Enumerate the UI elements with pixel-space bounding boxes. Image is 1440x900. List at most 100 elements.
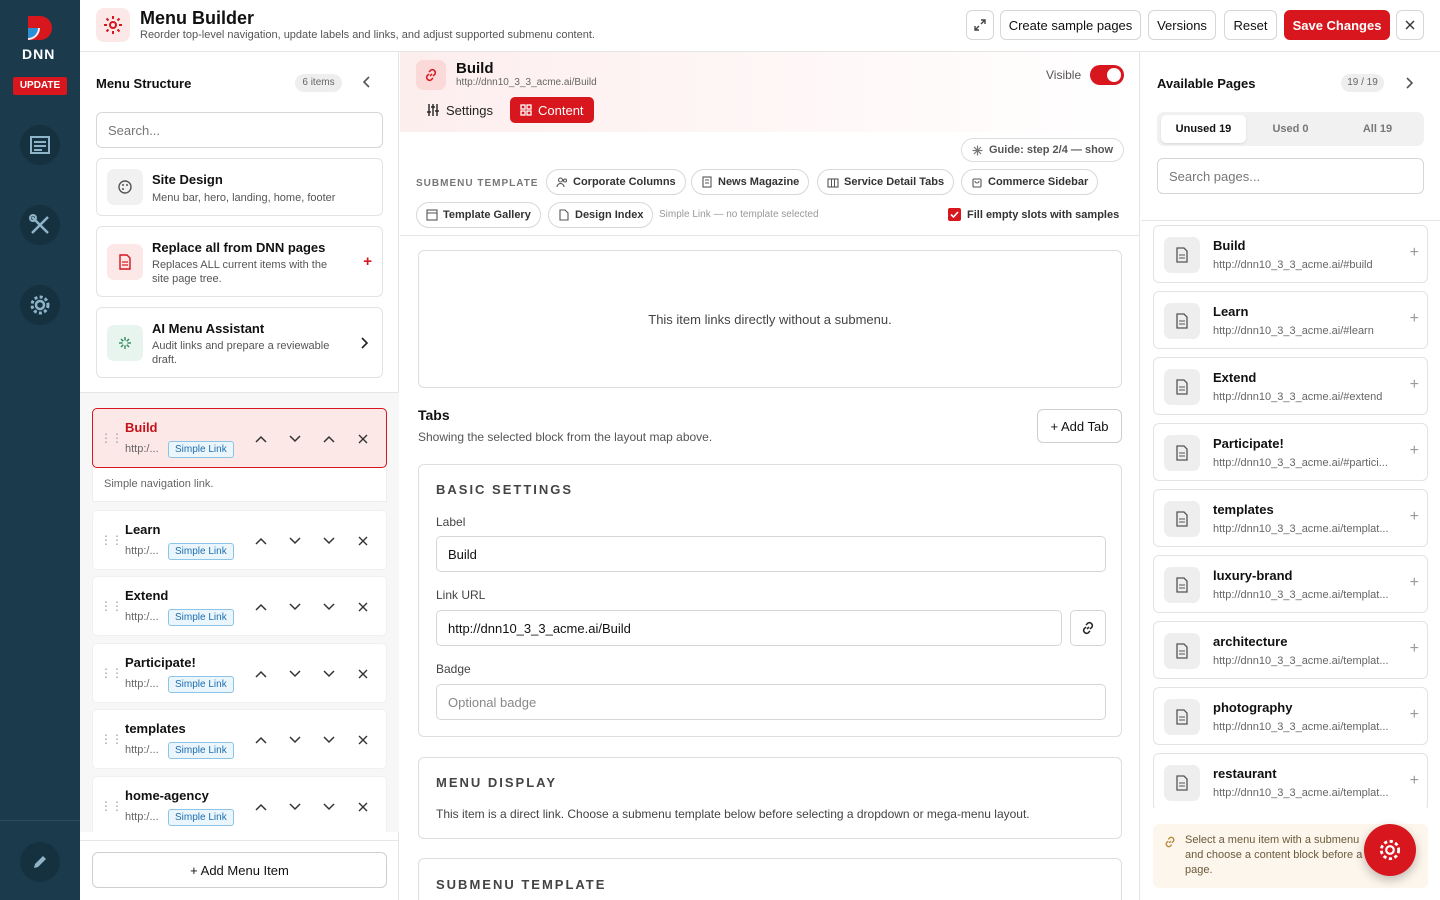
drag-handle-icon[interactable]: ⋮⋮: [100, 533, 123, 547]
page-name: Participate!: [1213, 436, 1284, 451]
add-page-icon[interactable]: +: [1410, 640, 1419, 658]
save-changes-button[interactable]: Save Changes: [1284, 10, 1390, 40]
versions-button[interactable]: Versions: [1148, 10, 1216, 40]
link-picker-button[interactable]: [1070, 610, 1106, 646]
visible-toggle[interactable]: [1090, 65, 1124, 85]
add-page-icon[interactable]: +: [1410, 310, 1419, 328]
close-button[interactable]: [1396, 10, 1424, 40]
add-page-icon[interactable]: +: [1410, 772, 1419, 790]
edit-nav-button[interactable]: [20, 842, 60, 882]
menu-item-extend[interactable]: ⋮⋮ Extend http:/... Simple Link: [92, 576, 387, 636]
tools-nav-button[interactable]: [20, 205, 60, 245]
add-page-icon[interactable]: +: [1410, 244, 1419, 262]
tab-all[interactable]: All 19: [1335, 115, 1420, 143]
page-item-learn[interactable]: Learn http://dnn10_3_3_acme.ai/#learn +: [1153, 291, 1428, 349]
remove-item-button[interactable]: [353, 429, 373, 449]
move-down-button[interactable]: [285, 664, 305, 684]
menu-item-home-agency[interactable]: ⋮⋮ home-agency http:/... Simple Link: [92, 776, 387, 832]
move-up-button[interactable]: [251, 664, 271, 684]
page-item-luxury-brand[interactable]: luxury-brand http://dnn10_3_3_acme.ai/te…: [1153, 555, 1428, 613]
add-page-icon[interactable]: +: [1410, 706, 1419, 724]
expand-button[interactable]: [966, 10, 994, 40]
badge-input[interactable]: Optional badge: [436, 684, 1106, 720]
drag-handle-icon[interactable]: ⋮⋮: [100, 599, 123, 613]
template-gallery[interactable]: Template Gallery: [416, 202, 541, 228]
move-up-button[interactable]: [251, 597, 271, 617]
menu-item-participate[interactable]: ⋮⋮ Participate! http:/... Simple Link: [92, 643, 387, 703]
menu-item-learn[interactable]: ⋮⋮ Learn http:/... Simple Link: [92, 510, 387, 570]
menu-item-build[interactable]: ⋮⋮ Build http:/... Simple Link: [92, 408, 387, 468]
expand-item-button[interactable]: [319, 797, 339, 817]
page-item-photography[interactable]: photography http://dnn10_3_3_acme.ai/tem…: [1153, 687, 1428, 745]
create-sample-pages-button[interactable]: Create sample pages: [1000, 10, 1141, 40]
move-down-button[interactable]: [285, 429, 305, 449]
remove-item-button[interactable]: [353, 797, 373, 817]
expand-item-button[interactable]: [319, 597, 339, 617]
add-menu-item-button[interactable]: + Add Menu Item: [92, 852, 387, 888]
reset-button[interactable]: Reset: [1224, 10, 1277, 40]
page-name: photography: [1213, 700, 1293, 715]
replace-from-dnn-card[interactable]: Replace all from DNN pages Replaces ALL …: [96, 226, 383, 297]
move-up-button[interactable]: [251, 429, 271, 449]
collapse-item-button[interactable]: [319, 429, 339, 449]
menu-item-templates[interactable]: ⋮⋮ templates http:/... Simple Link: [92, 709, 387, 769]
template-service-detail-tabs[interactable]: Service Detail Tabs: [817, 169, 955, 195]
rail-divider: [0, 820, 80, 821]
guide-button[interactable]: Guide: step 2/4 — show: [961, 138, 1125, 162]
move-down-button[interactable]: [285, 597, 305, 617]
settings-nav-button[interactable]: [20, 285, 60, 325]
site-design-card[interactable]: Site Design Menu bar, hero, landing, hom…: [96, 158, 383, 216]
remove-item-button[interactable]: [353, 531, 373, 551]
template-commerce-sidebar[interactable]: Commerce Sidebar: [961, 169, 1099, 195]
remove-item-button[interactable]: [353, 730, 373, 750]
page-item-restaurant[interactable]: restaurant http://dnn10_3_3_acme.ai/temp…: [1153, 753, 1428, 808]
fill-empty-slots-checkbox[interactable]: Fill empty slots with samples: [948, 208, 1119, 221]
move-down-button[interactable]: [285, 797, 305, 817]
tab-settings[interactable]: Settings: [416, 97, 503, 123]
label-input[interactable]: Build: [436, 536, 1106, 572]
move-down-button[interactable]: [285, 730, 305, 750]
pages-search-input[interactable]: Search pages...: [1157, 158, 1424, 194]
tab-unused[interactable]: Unused 19: [1161, 115, 1246, 143]
drag-handle-icon[interactable]: ⋮⋮: [100, 799, 123, 813]
move-up-button[interactable]: [251, 797, 271, 817]
template-corporate-columns[interactable]: Corporate Columns: [546, 169, 686, 195]
drag-handle-icon[interactable]: ⋮⋮: [100, 732, 123, 746]
floating-settings-button[interactable]: [1364, 824, 1416, 876]
add-page-icon[interactable]: +: [1410, 442, 1419, 460]
page-item-extend[interactable]: Extend http://dnn10_3_3_acme.ai/#extend …: [1153, 357, 1428, 415]
add-page-icon[interactable]: +: [1410, 574, 1419, 592]
users-icon: [556, 177, 568, 188]
page-item-participate[interactable]: Participate! http://dnn10_3_3_acme.ai/#p…: [1153, 423, 1428, 481]
page-item-build[interactable]: Build http://dnn10_3_3_acme.ai/#build +: [1153, 225, 1428, 283]
remove-item-button[interactable]: [353, 597, 373, 617]
collapse-pages-button[interactable]: [1404, 76, 1414, 95]
template-design-index[interactable]: Design Index: [548, 202, 654, 228]
add-page-icon[interactable]: +: [1410, 508, 1419, 526]
template-news-magazine[interactable]: News Magazine: [691, 169, 810, 195]
drag-handle-icon[interactable]: ⋮⋮: [100, 666, 123, 680]
drag-handle-icon[interactable]: ⋮⋮: [100, 431, 123, 445]
ai-menu-assistant-card[interactable]: AI Menu Assistant Audit links and prepar…: [96, 307, 383, 378]
collapse-panel-button[interactable]: [362, 75, 372, 94]
tab-content[interactable]: Content: [510, 97, 594, 123]
move-up-button[interactable]: [251, 531, 271, 551]
remove-item-button[interactable]: [353, 664, 373, 684]
expand-item-button[interactable]: [319, 730, 339, 750]
menu-item-name: Learn: [125, 522, 161, 537]
gear-icon: [30, 295, 50, 315]
add-tab-button[interactable]: + Add Tab: [1037, 409, 1122, 443]
page-item-architecture[interactable]: architecture http://dnn10_3_3_acme.ai/te…: [1153, 621, 1428, 679]
add-page-icon[interactable]: +: [1410, 376, 1419, 394]
update-badge[interactable]: UPDATE: [13, 77, 67, 95]
expand-item-button[interactable]: [319, 664, 339, 684]
page-item-templates[interactable]: templates http://dnn10_3_3_acme.ai/templ…: [1153, 489, 1428, 547]
expand-item-button[interactable]: [319, 531, 339, 551]
content-nav-button[interactable]: [20, 125, 60, 165]
tab-used[interactable]: Used 0: [1248, 115, 1333, 143]
move-up-button[interactable]: [251, 730, 271, 750]
dnn-logo[interactable]: DNN: [20, 14, 60, 62]
link-url-input[interactable]: http://dnn10_3_3_acme.ai/Build: [436, 610, 1062, 646]
move-down-button[interactable]: [285, 531, 305, 551]
menu-search-input[interactable]: Search...: [96, 112, 383, 148]
